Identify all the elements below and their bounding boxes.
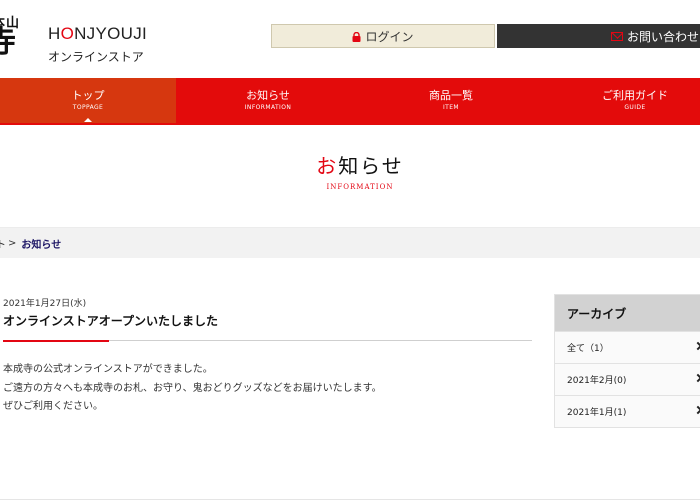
- article-date: 2021年1月27日(水): [3, 299, 87, 309]
- nav-item-label: ご利用ガイド: [602, 89, 668, 102]
- nav-item-products[interactable]: 商品一覧 ITEM: [360, 78, 542, 123]
- page-title-rest: 知らせ: [338, 154, 404, 178]
- logo-name-en-highlight: O: [60, 24, 75, 43]
- nav-item-label: 商品一覧: [429, 89, 473, 102]
- article-paragraph: ぜひご利用ください。: [3, 401, 103, 412]
- nav-item-information[interactable]: お知らせ INFORMATION: [176, 78, 360, 123]
- nav-item-sublabel: INFORMATION: [244, 104, 292, 111]
- archive-item-label: 2021年2月(0): [567, 376, 627, 386]
- login-button[interactable]: ログイン: [271, 24, 495, 48]
- article-paragraph: 本成寺の公式オンラインストアができました。: [3, 364, 213, 375]
- breadcrumb-home-link[interactable]: ト: [0, 236, 6, 251]
- page-title-first-char: お: [316, 154, 339, 178]
- article-title: オンラインストアオープンいたしました: [3, 314, 219, 328]
- archive-item-2021-01[interactable]: 2021年1月(1): [555, 395, 700, 427]
- nav-item-sublabel: ITEM: [442, 104, 459, 111]
- nav-underline: [0, 123, 700, 125]
- breadcrumb: ト > お知らせ: [0, 227, 700, 258]
- page-subtitle: INFORMATION: [326, 183, 394, 191]
- contact-button[interactable]: お問い合わせ: [497, 24, 700, 48]
- nav-item-guide[interactable]: ご利用ガイド GUIDE: [542, 78, 700, 123]
- nav-item-sublabel: TOPPAGE: [72, 104, 104, 111]
- login-label: ログイン: [365, 29, 414, 44]
- article-paragraph: ご遠方の方々へも本成寺のお札、お守り、鬼おどりグッズなどをお届けいたします。: [3, 382, 382, 394]
- contact-label: お問い合わせ: [627, 29, 700, 44]
- archive-item-label: 2021年1月(1): [567, 408, 627, 418]
- article-divider-accent: [3, 340, 109, 342]
- chevron-right-icon: [693, 405, 700, 415]
- chevron-right-icon: [693, 373, 700, 383]
- breadcrumb-separator: >: [8, 237, 17, 249]
- logo-name-en-prefix: H: [48, 24, 61, 43]
- logo-kanji-big: 寺: [0, 25, 16, 60]
- logo-name-en: HONJYOUJI: [48, 24, 147, 44]
- nav-item-label: トップ: [71, 89, 105, 102]
- temple-seal-logo: 本山 寺: [0, 8, 44, 66]
- logo-name-en-rest: NJYOUJI: [74, 24, 148, 43]
- mail-icon: [611, 31, 623, 41]
- archive-item-all[interactable]: 全て（1）: [555, 331, 700, 363]
- archive-sidebar: アーカイブ 全て（1） 2021年2月(0) 2021年1月(1): [554, 294, 700, 428]
- archive-item-2021-02[interactable]: 2021年2月(0): [555, 363, 700, 395]
- archive-heading: アーカイブ: [555, 295, 700, 331]
- lock-icon: [352, 31, 361, 42]
- article-body: 本成寺の公式オンラインストアができました。 ご遠方の方々へも本成寺のお札、お守り…: [3, 361, 382, 417]
- nav-item-label: お知らせ: [246, 89, 290, 102]
- page-title: お知らせ: [0, 150, 700, 179]
- chevron-right-icon: [693, 341, 700, 351]
- logo-name-jp: オンラインストア: [48, 50, 144, 64]
- breadcrumb-current: お知らせ: [21, 239, 62, 251]
- active-caret-icon: [84, 118, 92, 122]
- nav-item-sublabel: GUIDE: [624, 104, 646, 111]
- site-logo[interactable]: 本山 寺 HONJYOUJI オンラインストア: [0, 8, 160, 66]
- global-nav: トップ TOPPAGE お知らせ INFORMATION 商品一覧 ITEM ご…: [0, 78, 700, 123]
- archive-item-label: 全て（1）: [567, 344, 609, 354]
- nav-item-top[interactable]: トップ TOPPAGE: [0, 78, 176, 123]
